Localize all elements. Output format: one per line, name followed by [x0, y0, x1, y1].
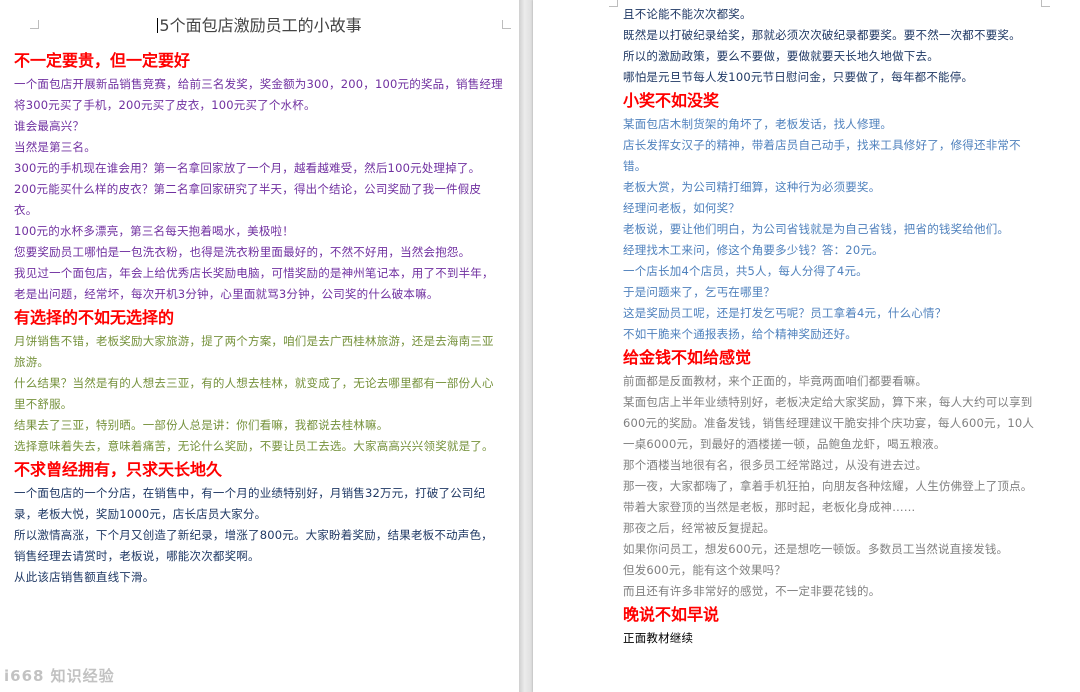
- document-page-left: 5个面包店激励员工的小故事 不一定要贵，但一定要好一个面包店开展新品销售竞赛，给…: [0, 0, 519, 692]
- body-paragraph: 某面包店木制货架的角坏了，老板发话，找人修理。: [623, 117, 893, 131]
- body-paragraph: 且不论能不能次次都奖。: [623, 7, 752, 21]
- document-title[interactable]: 5个面包店激励员工的小故事: [0, 12, 519, 36]
- section-heading: 不一定要贵，但一定要好: [14, 51, 191, 70]
- page-corner-mark: [1041, 0, 1050, 7]
- body-paragraph: 结果去了三亚，特别晒。一部份人总是讲：你们看嘛，我都说去桂林嘛。: [14, 418, 389, 432]
- body-paragraph: 不如干脆来个通报表扬，给个精神奖励还好。: [623, 327, 857, 341]
- body-paragraph: 选择意味着失去，意味着痛苦，无论什么奖励，不要让员工去选。大家高高兴兴领奖就是了…: [14, 439, 494, 453]
- body-paragraph: 您要奖励员工哪怕是一包洗衣粉，也得是洗衣粉里面最好的，不然不好用，当然会抱怨。: [14, 245, 471, 259]
- body-paragraph: 老板说，要让他们明白，为公司省钱就是为自己省钱，把省的钱奖给他们。: [623, 222, 1010, 236]
- body-paragraph: 而且还有许多非常好的感觉，不一定非要花钱的。: [623, 584, 881, 598]
- right-page-content[interactable]: 且不论能不能次次都奖。既然是以打破纪录给奖，那就必须次次破纪录都要奖。要不然一次…: [623, 4, 1042, 649]
- body-paragraph: 经理找木工来问，修这个角要多少钱？答：20元。: [623, 243, 884, 257]
- body-paragraph: 一个面包店的一个分店，在销售中，有一个月的业绩特别好，月销售32万元，打破了公司…: [14, 486, 486, 521]
- body-paragraph: 前面都是反面教材，来个正面的，毕竟两面咱们都要看嘛。: [623, 374, 928, 388]
- body-paragraph: 谁会最高兴？: [14, 119, 85, 133]
- body-paragraph: 既然是以打破纪录给奖，那就必须次次破纪录都要奖。要不然一次都不要奖。: [623, 28, 1021, 42]
- body-paragraph: 一个店长加4个店员，共5人，每人分得了4元。: [623, 264, 868, 278]
- body-paragraph: 这是奖励员工呢，还是打发乞丐呢？员工拿着4元，什么心情？: [623, 306, 947, 320]
- body-paragraph: 所以激情高涨，下个月又创造了新纪录，增涨了800元。大家盼着奖励，结果老板不动声…: [14, 528, 493, 563]
- body-paragraph: 什么结果？当然是有的人想去三亚，有的人想去桂林，就变成了，无论去哪里都有一部份人…: [14, 376, 494, 411]
- watermark-logo: i668 知识经验: [4, 667, 115, 685]
- section-heading: 有选择的不如无选择的: [14, 308, 175, 327]
- body-paragraph: 哪怕是元旦节每人发100元节日慰问金，只要做了，每年都不能停。: [623, 70, 974, 84]
- body-paragraph: 如果你问员工，想发600元，还是想吃一顿饭。多数员工当然说直接发钱。: [623, 542, 1009, 556]
- body-paragraph: 但发600元，能有这个效果吗？: [623, 563, 786, 577]
- body-paragraph: 经理问老板，如何奖？: [623, 201, 740, 215]
- body-paragraph: 我见过一个面包店，年会上给优秀店长奖励电脑，可惜奖励的是神州笔记本，用了不到半年…: [14, 266, 494, 301]
- page-gutter: [519, 0, 533, 692]
- body-paragraph: 那夜之后，经常被反复提起。: [623, 521, 776, 535]
- section-heading: 给金钱不如给感觉: [623, 348, 752, 367]
- body-paragraph: 当然是第三名。: [14, 140, 96, 154]
- body-paragraph: 月饼销售不错，老板奖励大家旅游，提了两个方案，咱们是去广西桂林旅游，还是去海南三…: [14, 334, 494, 369]
- page-corner-mark: [609, 0, 618, 7]
- section-heading: 晚说不如早说: [623, 605, 720, 624]
- body-paragraph: 于是问题来了，乞丐在哪里？: [623, 285, 776, 299]
- body-paragraph: 所以的激励政策，要么不要做，要做就要天长地久地做下去。: [623, 49, 939, 63]
- section-heading: 小奖不如没奖: [623, 91, 720, 110]
- document-page-right: 且不论能不能次次都奖。既然是以打破纪录给奖，那就必须次次破纪录都要奖。要不然一次…: [533, 0, 1080, 692]
- section-heading: 不求曾经拥有，只求天长地久: [14, 460, 223, 479]
- left-page-content[interactable]: 不一定要贵，但一定要好一个面包店开展新品销售竞赛，给前三名发奖，奖金额为300，…: [14, 48, 503, 588]
- body-paragraph: 老板大赏，为公司精打细算，这种行为必须要奖。: [623, 180, 881, 194]
- body-paragraph: 正面教材继续: [623, 631, 694, 645]
- body-paragraph: 那个酒楼当地很有名，很多员工经常路过，从没有进去过。: [623, 458, 928, 472]
- body-paragraph: 100元的水杯多漂亮，第三名每天抱着喝水，美极啦！: [14, 224, 294, 238]
- body-paragraph: 从此该店销售额直线下滑。: [14, 570, 155, 584]
- body-paragraph: 200元能买什么样的皮衣？第二名拿回家研究了半天，得出个结论，公司奖励了我一件假…: [14, 182, 482, 217]
- body-paragraph: 那一夜，大家都嗨了，拿着手机狂拍，向朋友各种炫耀，人生仿佛登上了顶点。带着大家登…: [623, 479, 1033, 514]
- body-paragraph: 300元的手机现在谁会用？第一名拿回家放了一个月，越看越难受，然后100元处理掉…: [14, 161, 481, 175]
- body-paragraph: 一个面包店开展新品销售竞赛，给前三名发奖，奖金额为300，200，100元的奖品…: [14, 77, 503, 112]
- body-paragraph: 店长发挥女汉子的精神，带着店员自己动手，找来工具修好了，修得还非常不错。: [623, 138, 1021, 173]
- body-paragraph: 某面包店上半年业绩特别好，老板决定给大家奖励，算下来，每人大约可以享到600元的…: [623, 395, 1035, 451]
